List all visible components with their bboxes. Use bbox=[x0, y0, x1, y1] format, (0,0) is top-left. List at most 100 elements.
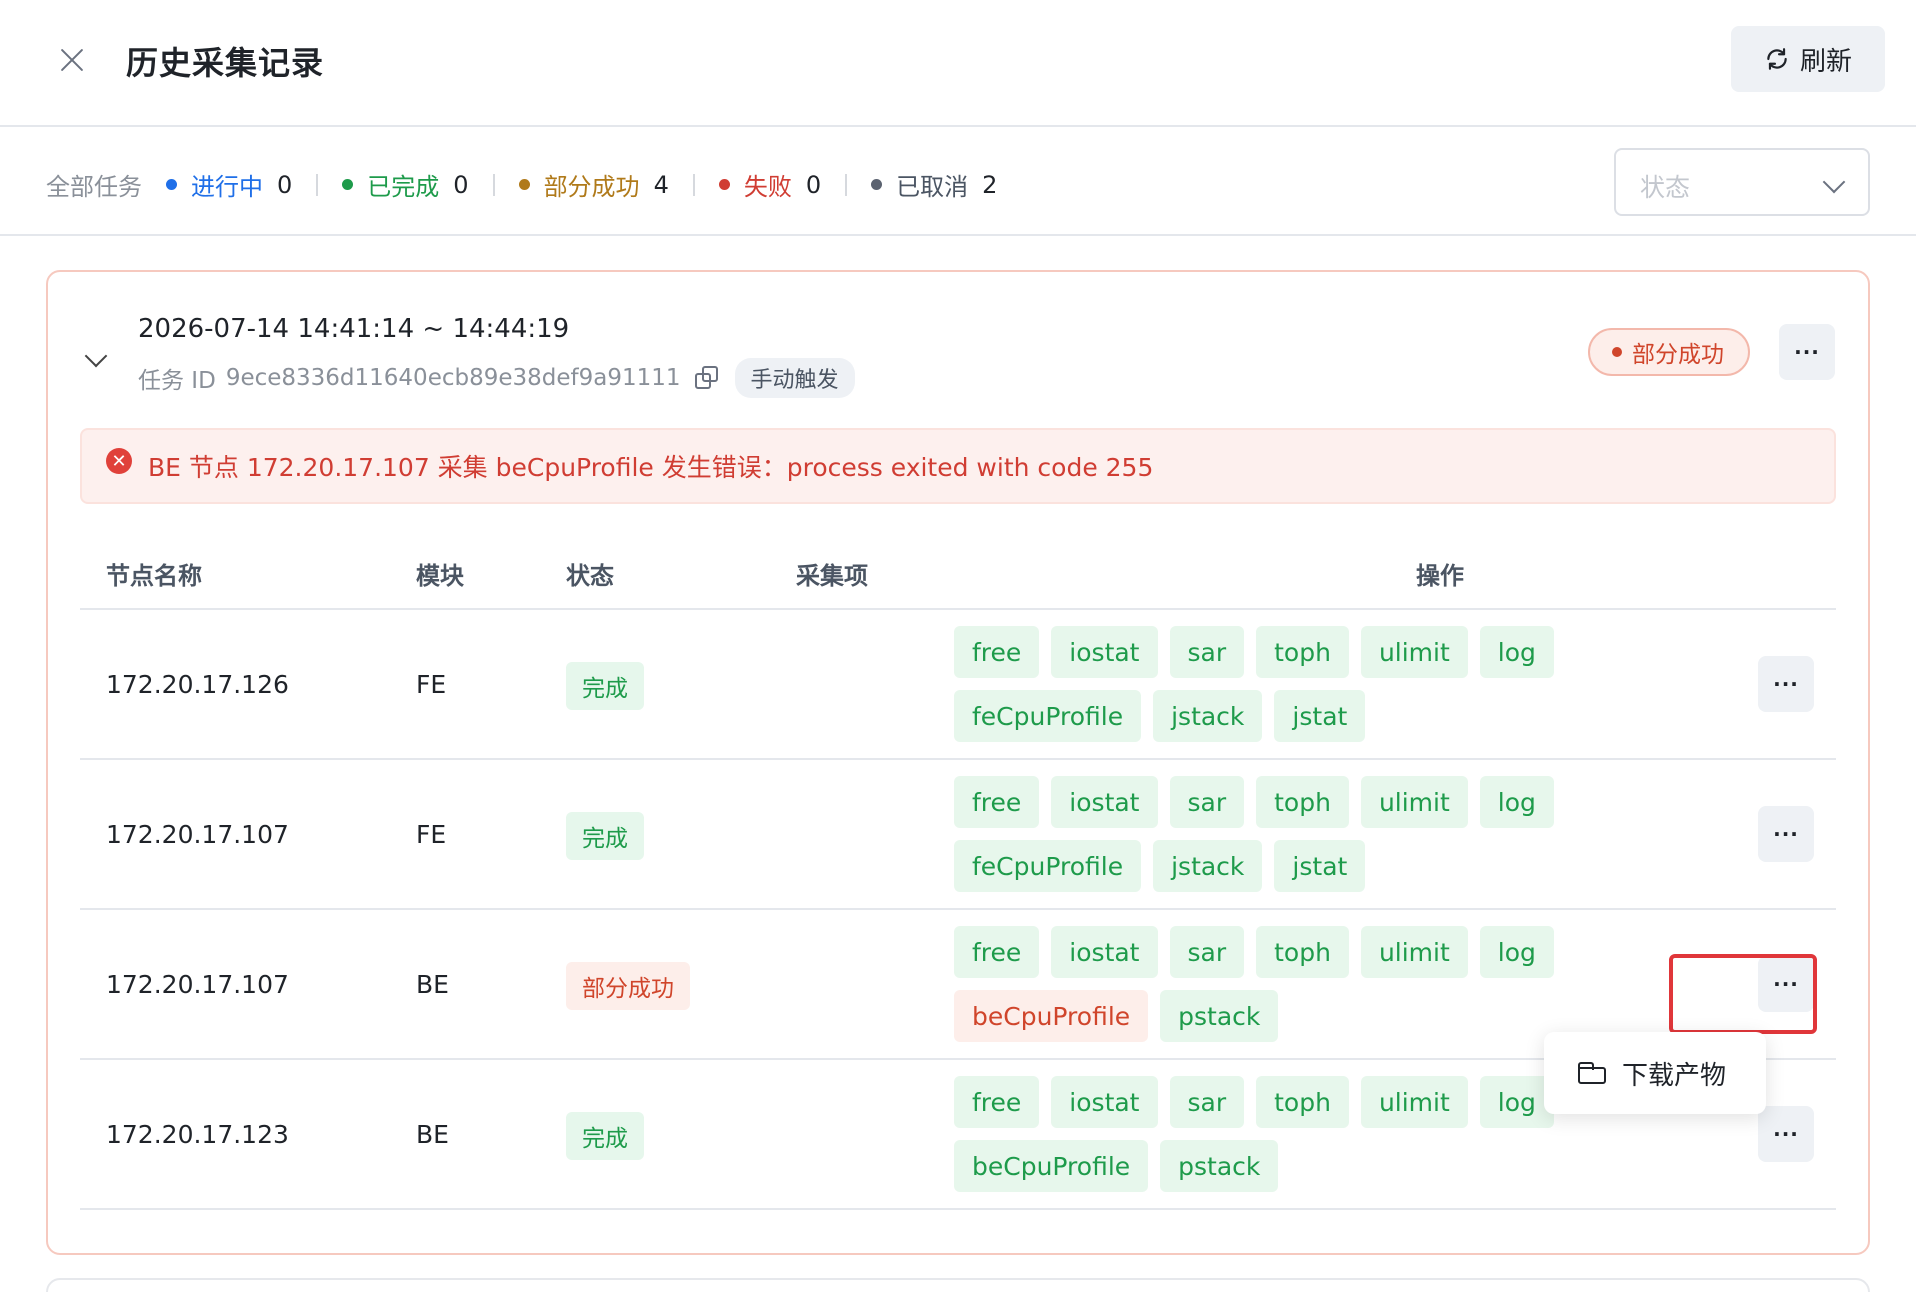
module: FE bbox=[416, 670, 447, 699]
collect-item-tag: ulimit bbox=[1360, 626, 1468, 678]
divider bbox=[692, 173, 695, 196]
module: BE bbox=[416, 1120, 449, 1149]
task-status-label: 部分成功 bbox=[1632, 342, 1724, 368]
status-select[interactable]: 状态 bbox=[1614, 148, 1870, 216]
col-node: 节点名称 bbox=[106, 562, 202, 590]
stat-cancelled[interactable]: 已取消 2 bbox=[871, 167, 997, 202]
error-message: BE 节点 172.20.17.107 采集 beCpuProfile 发生错误… bbox=[148, 453, 1154, 482]
collect-item-tag: toph bbox=[1256, 926, 1349, 978]
task-more-button[interactable]: ··· bbox=[1779, 324, 1835, 380]
folder-icon bbox=[1578, 1062, 1606, 1084]
status-badge: 完成 bbox=[566, 812, 644, 860]
partial-dot bbox=[518, 179, 530, 190]
refresh-button[interactable]: 刷新 bbox=[1731, 26, 1885, 92]
close-icon[interactable] bbox=[54, 42, 90, 78]
collect-items: free iostat sar toph ulimit log feCpuPro… bbox=[954, 776, 1554, 892]
page-title: 历史采集记录 bbox=[126, 44, 325, 82]
collect-item-tag: ulimit bbox=[1360, 926, 1468, 978]
filter-bar: 全部任务 进行中 0 已完成 0 部分成功 4 失败 0 已取消 2 状态 bbox=[0, 129, 1916, 236]
collect-item-tag: pstack bbox=[1160, 990, 1279, 1042]
collect-item-tag: toph bbox=[1256, 1076, 1349, 1128]
stat-label: 失败 bbox=[743, 173, 792, 201]
collect-item-tag: toph bbox=[1256, 626, 1349, 678]
task-time-range: 2026-07-14 14:41:14 ~ 14:44:19 bbox=[138, 314, 570, 344]
module: BE bbox=[416, 970, 449, 999]
col-items: 采集项 bbox=[796, 562, 868, 590]
stat-count: 0 bbox=[453, 170, 469, 199]
refresh-label: 刷新 bbox=[1799, 46, 1852, 77]
stat-count: 4 bbox=[653, 170, 669, 199]
page-header: 历史采集记录 刷新 bbox=[0, 0, 1916, 127]
collect-item-tag: jstack bbox=[1153, 840, 1263, 892]
completed-dot bbox=[342, 179, 354, 190]
node-name: 172.20.17.107 bbox=[106, 970, 289, 999]
stat-label: 部分成功 bbox=[543, 173, 640, 201]
collect-item-tag: jstat bbox=[1274, 840, 1366, 892]
collect-item-tag: ulimit bbox=[1360, 1076, 1468, 1128]
stat-count: 2 bbox=[982, 170, 998, 199]
stat-count: 0 bbox=[277, 170, 293, 199]
collect-item-tag: feCpuProfile bbox=[954, 690, 1142, 742]
task-id-line: 任务 ID 9ece8336d11640ecb89e38def9a91111 手… bbox=[138, 358, 855, 398]
collect-item-tag: iostat bbox=[1051, 776, 1158, 828]
error-icon: ✕ bbox=[106, 448, 132, 474]
col-module: 模块 bbox=[416, 562, 464, 590]
collect-item-tag: jstack bbox=[1153, 690, 1263, 742]
row-actions-dropdown[interactable]: 下载产物 bbox=[1544, 1032, 1766, 1114]
task-status-badge: 部分成功 bbox=[1588, 328, 1750, 376]
node-name: 172.20.17.123 bbox=[106, 1120, 289, 1149]
stat-label: 已取消 bbox=[896, 173, 969, 201]
module: FE bbox=[416, 820, 447, 849]
task-id-label: 任务 ID bbox=[138, 368, 216, 394]
cancelled-dot bbox=[871, 179, 883, 190]
all-tasks-filter[interactable]: 全部任务 bbox=[46, 167, 142, 202]
collect-item-tag: sar bbox=[1169, 776, 1245, 828]
divider bbox=[845, 173, 848, 196]
collect-item-tag: toph bbox=[1256, 776, 1349, 828]
download-artifacts-item[interactable]: 下载产物 bbox=[1622, 1055, 1726, 1092]
error-alert: ✕ BE 节点 172.20.17.107 采集 beCpuProfile 发生… bbox=[80, 428, 1836, 504]
collect-item-tag: ulimit bbox=[1360, 776, 1468, 828]
stat-partial[interactable]: 部分成功 4 bbox=[518, 167, 669, 202]
status-badge: 完成 bbox=[566, 662, 644, 710]
chevron-down-icon bbox=[1822, 170, 1846, 194]
stat-label: 已完成 bbox=[367, 173, 440, 201]
collect-items: free iostat sar toph ulimit log beCpuPro… bbox=[954, 1076, 1554, 1192]
status-placeholder: 状态 bbox=[1640, 173, 1691, 202]
stat-count: 0 bbox=[805, 170, 822, 199]
next-task-card bbox=[46, 1278, 1870, 1292]
col-actions: 操作 bbox=[1416, 562, 1464, 590]
collect-item-tag: sar bbox=[1169, 1076, 1245, 1128]
task-id: 9ece8336d11640ecb89e38def9a91111 bbox=[225, 365, 681, 391]
status-badge: 部分成功 bbox=[566, 962, 690, 1010]
collect-items: free iostat sar toph ulimit log beCpuPro… bbox=[954, 926, 1554, 1042]
collect-item-tag-failed: beCpuProfile bbox=[954, 990, 1149, 1042]
table-row: 172.20.17.126 FE 完成 free iostat sar toph… bbox=[80, 610, 1836, 760]
copy-icon[interactable] bbox=[694, 366, 719, 390]
collect-item-tag: iostat bbox=[1051, 626, 1158, 678]
row-more-button[interactable]: ··· bbox=[1758, 806, 1814, 862]
stat-failed[interactable]: 失败 0 bbox=[718, 167, 822, 202]
collect-item-tag: iostat bbox=[1051, 1076, 1158, 1128]
stat-running[interactable]: 进行中 0 bbox=[166, 167, 292, 202]
collapse-chevron-icon[interactable] bbox=[84, 344, 108, 368]
collect-item-tag: log bbox=[1479, 926, 1554, 978]
collect-item-tag: free bbox=[954, 926, 1040, 978]
collect-items: free iostat sar toph ulimit log feCpuPro… bbox=[954, 626, 1554, 742]
stat-label: 进行中 bbox=[191, 173, 263, 201]
collect-item-tag: sar bbox=[1169, 926, 1245, 978]
collect-item-tag: pstack bbox=[1160, 1140, 1279, 1192]
refresh-icon bbox=[1767, 48, 1787, 70]
collect-item-tag: beCpuProfile bbox=[954, 1140, 1149, 1192]
collect-item-tag: feCpuProfile bbox=[954, 840, 1142, 892]
trigger-tag: 手动触发 bbox=[734, 358, 855, 398]
row-more-button[interactable]: ··· bbox=[1758, 1106, 1814, 1162]
divider bbox=[492, 173, 495, 196]
failed-dot bbox=[718, 179, 730, 190]
collect-item-tag: log bbox=[1479, 1076, 1554, 1128]
node-name: 172.20.17.126 bbox=[106, 670, 289, 699]
collect-item-tag: sar bbox=[1169, 626, 1245, 678]
row-more-button[interactable]: ··· bbox=[1758, 656, 1814, 712]
row-more-button[interactable]: ··· bbox=[1758, 956, 1814, 1012]
stat-completed[interactable]: 已完成 0 bbox=[342, 167, 469, 202]
